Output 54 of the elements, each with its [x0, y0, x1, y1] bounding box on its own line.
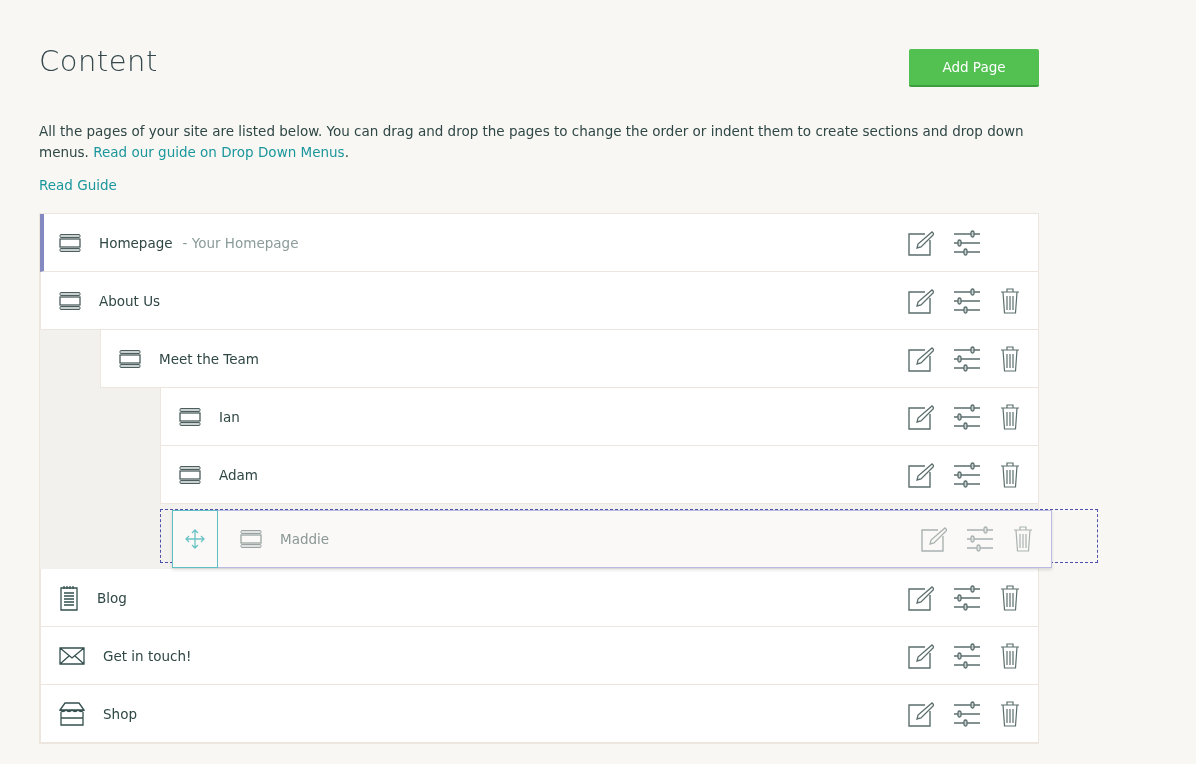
trash-icon[interactable]: [1000, 700, 1020, 727]
page-name: Blog: [97, 589, 127, 606]
page-icon: [59, 233, 81, 252]
edit-icon[interactable]: [908, 584, 934, 611]
edit-icon[interactable]: [908, 700, 934, 727]
settings-icon[interactable]: [954, 642, 980, 669]
page-icon: [240, 530, 262, 548]
page-name: Meet the Team: [159, 350, 259, 367]
page-name: Homepage: [99, 234, 173, 251]
page-icon: [59, 291, 81, 310]
page-name: Ian: [219, 408, 240, 425]
trash-icon[interactable]: [1000, 403, 1020, 430]
settings-icon[interactable]: [954, 700, 980, 727]
page-icon: [179, 407, 201, 426]
page-name: About Us: [99, 292, 161, 309]
page-row[interactable]: Get in touch!: [40, 627, 1038, 685]
settings-icon[interactable]: [954, 584, 980, 611]
settings-icon[interactable]: [954, 287, 980, 314]
page-name: Maddie: [280, 531, 330, 547]
settings-icon[interactable]: [954, 461, 980, 488]
page-note: - Your Homepage: [182, 234, 299, 251]
page-title: Content: [39, 44, 158, 78]
move-icon: [185, 528, 205, 549]
trash-icon[interactable]: [1000, 461, 1020, 488]
page-name: Shop: [103, 705, 137, 722]
notepad-icon: [59, 584, 79, 611]
trash-icon[interactable]: [1000, 345, 1020, 372]
description-text: All the pages of your site are listed below. You can drag and drop the pages to change the order or indent them to create sections and drop down menus. Read our guide on Drop Down Menus.: [39, 122, 1025, 162]
settings-icon[interactable]: [954, 403, 980, 430]
page-row[interactable]: About Us: [40, 272, 1038, 330]
edit-icon[interactable]: [908, 403, 934, 430]
trash-icon[interactable]: [1000, 584, 1020, 611]
page-row[interactable]: Ian: [160, 388, 1038, 446]
settings-icon[interactable]: [954, 345, 980, 372]
page-row[interactable]: Blog: [40, 569, 1038, 627]
page-row[interactable]: Meet the Team: [100, 330, 1038, 388]
trash-icon[interactable]: [1000, 287, 1020, 314]
edit-icon[interactable]: [908, 461, 934, 488]
settings-icon[interactable]: [954, 229, 980, 256]
page-row[interactable]: Adam: [160, 446, 1038, 504]
page-icon: [179, 465, 201, 484]
edit-icon[interactable]: [908, 642, 934, 669]
edit-icon[interactable]: [908, 287, 934, 314]
shop-icon: [59, 701, 85, 726]
edit-icon[interactable]: [908, 229, 934, 256]
page-row[interactable]: Shop: [40, 685, 1038, 743]
page-icon: [119, 349, 141, 368]
edit-icon[interactable]: [908, 345, 934, 372]
page-name: Get in touch!: [103, 647, 192, 664]
page-row[interactable]: Homepage - Your Homepage: [40, 214, 1038, 272]
move-handle[interactable]: [172, 509, 218, 568]
trash-icon[interactable]: [1000, 642, 1020, 669]
envelope-icon: [59, 646, 85, 665]
page-name: Adam: [219, 466, 258, 483]
